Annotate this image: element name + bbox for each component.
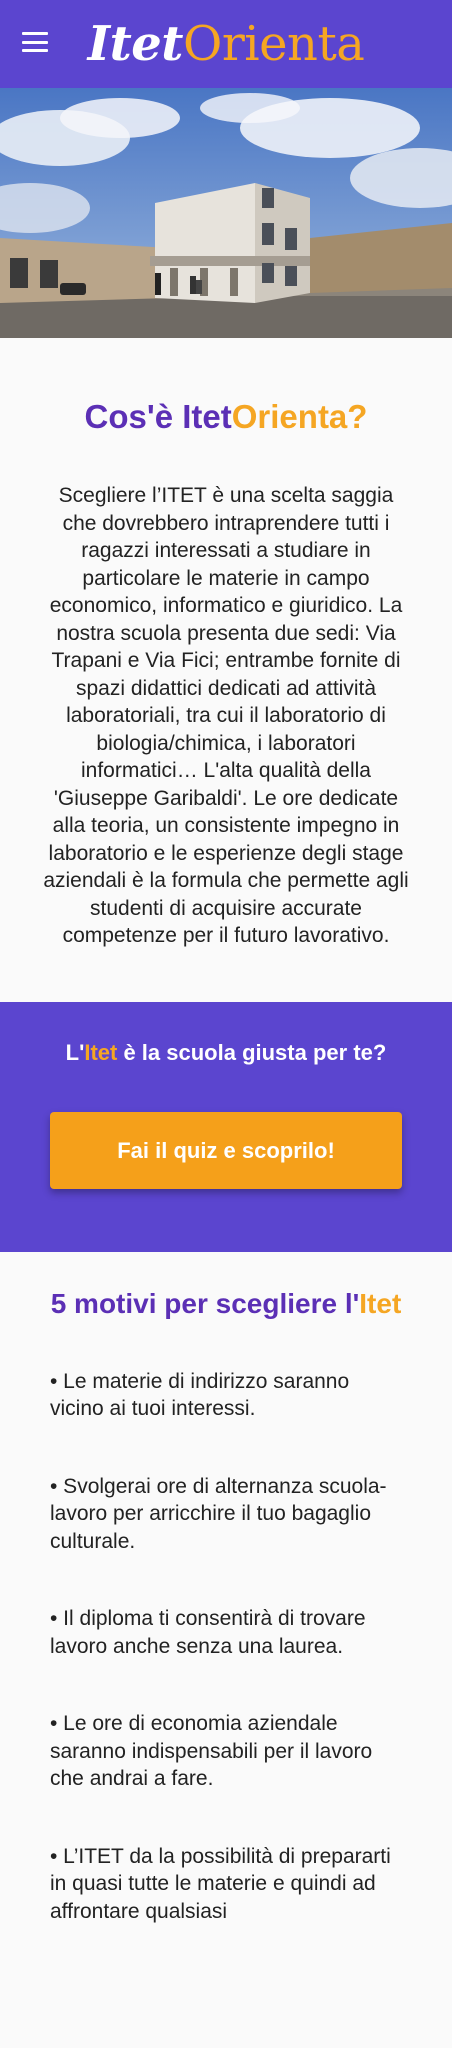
logo-itet-text: Itet	[87, 16, 184, 72]
cta-question-post: è la scuola giusta per te?	[117, 1039, 387, 1065]
reasons-title: 5 motivi per scegliere l'Itet	[50, 1288, 402, 1320]
quiz-cta-section: L'Itet è la scuola giusta per te? Fai il…	[0, 1001, 452, 1252]
reasons-list: • Le materie di indirizzo saranno vicino…	[50, 1368, 402, 1926]
intro-title-main: Cos'è Itet	[84, 398, 232, 435]
intro-body: Scegliere l’ITET è una scelta saggia che…	[43, 484, 409, 947]
site-logo[interactable]: ItetOrienta	[0, 0, 452, 88]
cta-question: L'Itet è la scuola giusta per te?	[0, 1040, 452, 1066]
start-quiz-button[interactable]: Fai il quiz e scoprilo!	[50, 1111, 402, 1189]
list-item: • Le materie di indirizzo saranno vicino…	[50, 1369, 350, 1421]
hamburger-menu-icon[interactable]	[22, 32, 48, 52]
list-item: • Le ore di economia aziendale saranno i…	[50, 1712, 373, 1790]
top-app-bar: ItetOrienta	[0, 0, 452, 88]
school-building-illustration	[0, 88, 452, 338]
list-item: • L’ITET da la possibilità di prepararti…	[50, 1844, 391, 1923]
intro-section: Cos'è ItetOrienta? Scegliere l’ITET è un…	[0, 338, 452, 1002]
intro-title-accent: Orienta?	[231, 398, 368, 435]
reasons-title-main: 5 motivi per scegliere l'	[50, 1287, 360, 1319]
list-item: • Svolgerai ore di alternanza scuola-lav…	[50, 1474, 387, 1553]
reasons-section: 5 motivi per scegliere l'Itet • Le mater…	[0, 1252, 452, 1926]
logo-orienta-text: Orienta	[182, 16, 365, 72]
cta-question-pre: L'	[65, 1039, 85, 1065]
intro-title: Cos'è ItetOrienta?	[40, 398, 412, 436]
list-item: • Il diploma ti consentirà di trovare la…	[50, 1607, 366, 1658]
reasons-title-accent: Itet	[359, 1287, 402, 1319]
cta-question-accent: Itet	[84, 1039, 118, 1065]
hero-school-photo	[0, 88, 452, 338]
